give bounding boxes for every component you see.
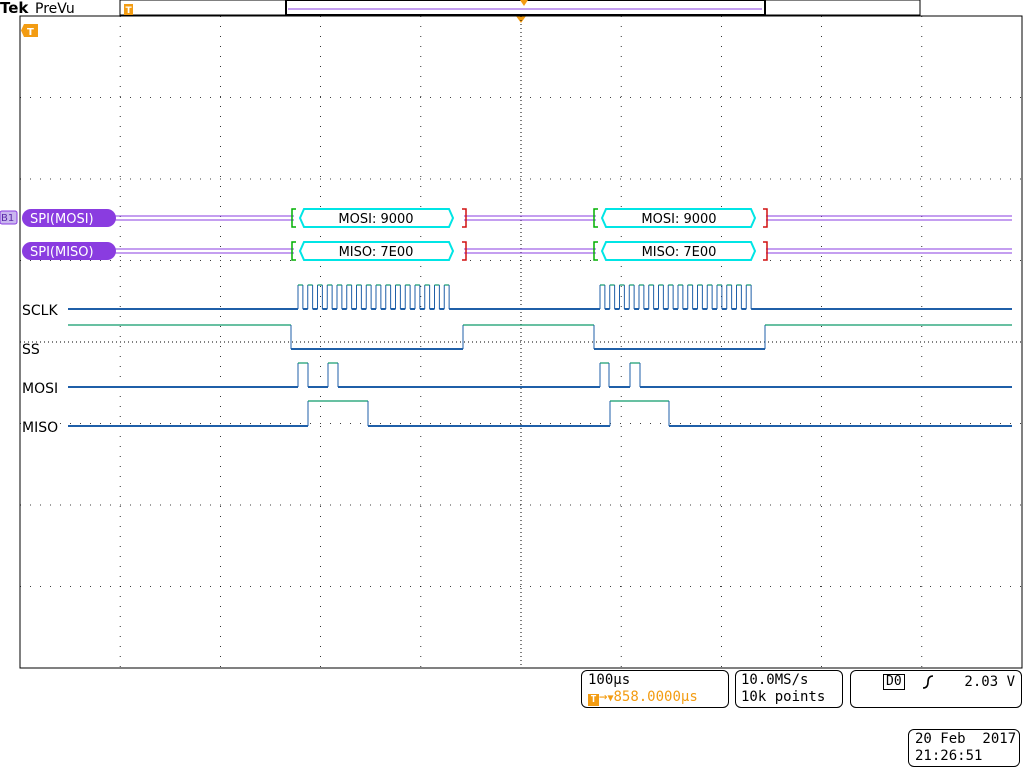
header-bar: Tek PreVu T [0, 0, 921, 23]
bus-label: SPI(MISO) [30, 245, 94, 260]
timebase-readout[interactable]: 100µs T →▼858.0000µs [581, 670, 729, 708]
trigger-position-readout: T →▼858.0000µs [588, 689, 722, 707]
trigger-marker[interactable]: T [21, 24, 38, 38]
acquisition-mode: PreVu [35, 1, 75, 17]
sample-rate: 10.0MS/s [741, 672, 809, 688]
bus-rows: SPI(MOSI) MOSI: 9000 MOSI: 9000 SPI(MISO… [22, 208, 1012, 261]
mosi-waveform [68, 362, 1012, 388]
rising-edge-icon [922, 675, 934, 689]
timebase-value: 100µs [588, 672, 631, 688]
decode-value: MISO: 7E00 [642, 245, 717, 260]
graticule [19, 15, 1023, 669]
sclk-waveform [68, 284, 1012, 310]
channel-label-ss[interactable]: SS [22, 342, 40, 358]
decode-frame[interactable]: MISO: 7E00 [593, 241, 768, 261]
record-length: 10k points [741, 689, 826, 705]
trigger-position-value: 858.0000µs [613, 689, 698, 705]
trigger-source: D0 [883, 674, 905, 690]
overview-trigger-letter: T [126, 6, 133, 16]
trigger-marker-label: T [27, 27, 34, 38]
bus-row-miso: SPI(MISO) MISO: 7E00 MISO: 7E00 [22, 241, 1012, 261]
oscilloscope-screen: Tek PreVu T T B1 SPI(MOSI) MOSI: 9000 MO… [0, 0, 1023, 669]
decode-frame[interactable]: MISO: 7E00 [291, 241, 467, 261]
brand-logo: Tek [0, 0, 29, 17]
trigger-level: 2.03 V [964, 674, 1015, 690]
bus-marker-label: B1 [1, 213, 14, 224]
bus-label: SPI(MOSI) [30, 212, 94, 227]
decode-value: MOSI: 9000 [338, 212, 413, 227]
decode-value: MISO: 7E00 [339, 245, 414, 260]
datetime-readout: 20 Feb 2017 21:26:51 [908, 729, 1020, 767]
miso-waveform [68, 400, 1012, 427]
digital-waveforms [68, 284, 1012, 427]
channel-label-sclk[interactable]: SCLK [22, 303, 58, 319]
channel-labels: SCLK SS MOSI MISO [22, 303, 58, 436]
trigger-position-icon: T [588, 694, 599, 706]
channel-label-miso[interactable]: MISO [22, 420, 58, 436]
channel-label-mosi[interactable]: MOSI [22, 381, 58, 397]
bus-row-mosi: SPI(MOSI) MOSI: 9000 MOSI: 9000 [22, 208, 1012, 228]
time: 21:26:51 [915, 748, 983, 764]
decode-value: MOSI: 9000 [641, 212, 716, 227]
acquisition-readout[interactable]: 10.0MS/s 10k points [735, 670, 843, 708]
trigger-readout[interactable]: D0 2.03 V [850, 670, 1022, 708]
decode-frame[interactable]: MOSI: 9000 [593, 208, 768, 228]
date: 20 Feb 2017 [915, 731, 1017, 747]
decode-frame[interactable]: MOSI: 9000 [291, 208, 467, 228]
trigger-position-arrow-icon[interactable] [516, 16, 526, 23]
record-overview-bar[interactable] [119, 0, 921, 16]
bus-b1-marker[interactable]: B1 [0, 210, 18, 225]
ss-waveform [68, 324, 1012, 350]
